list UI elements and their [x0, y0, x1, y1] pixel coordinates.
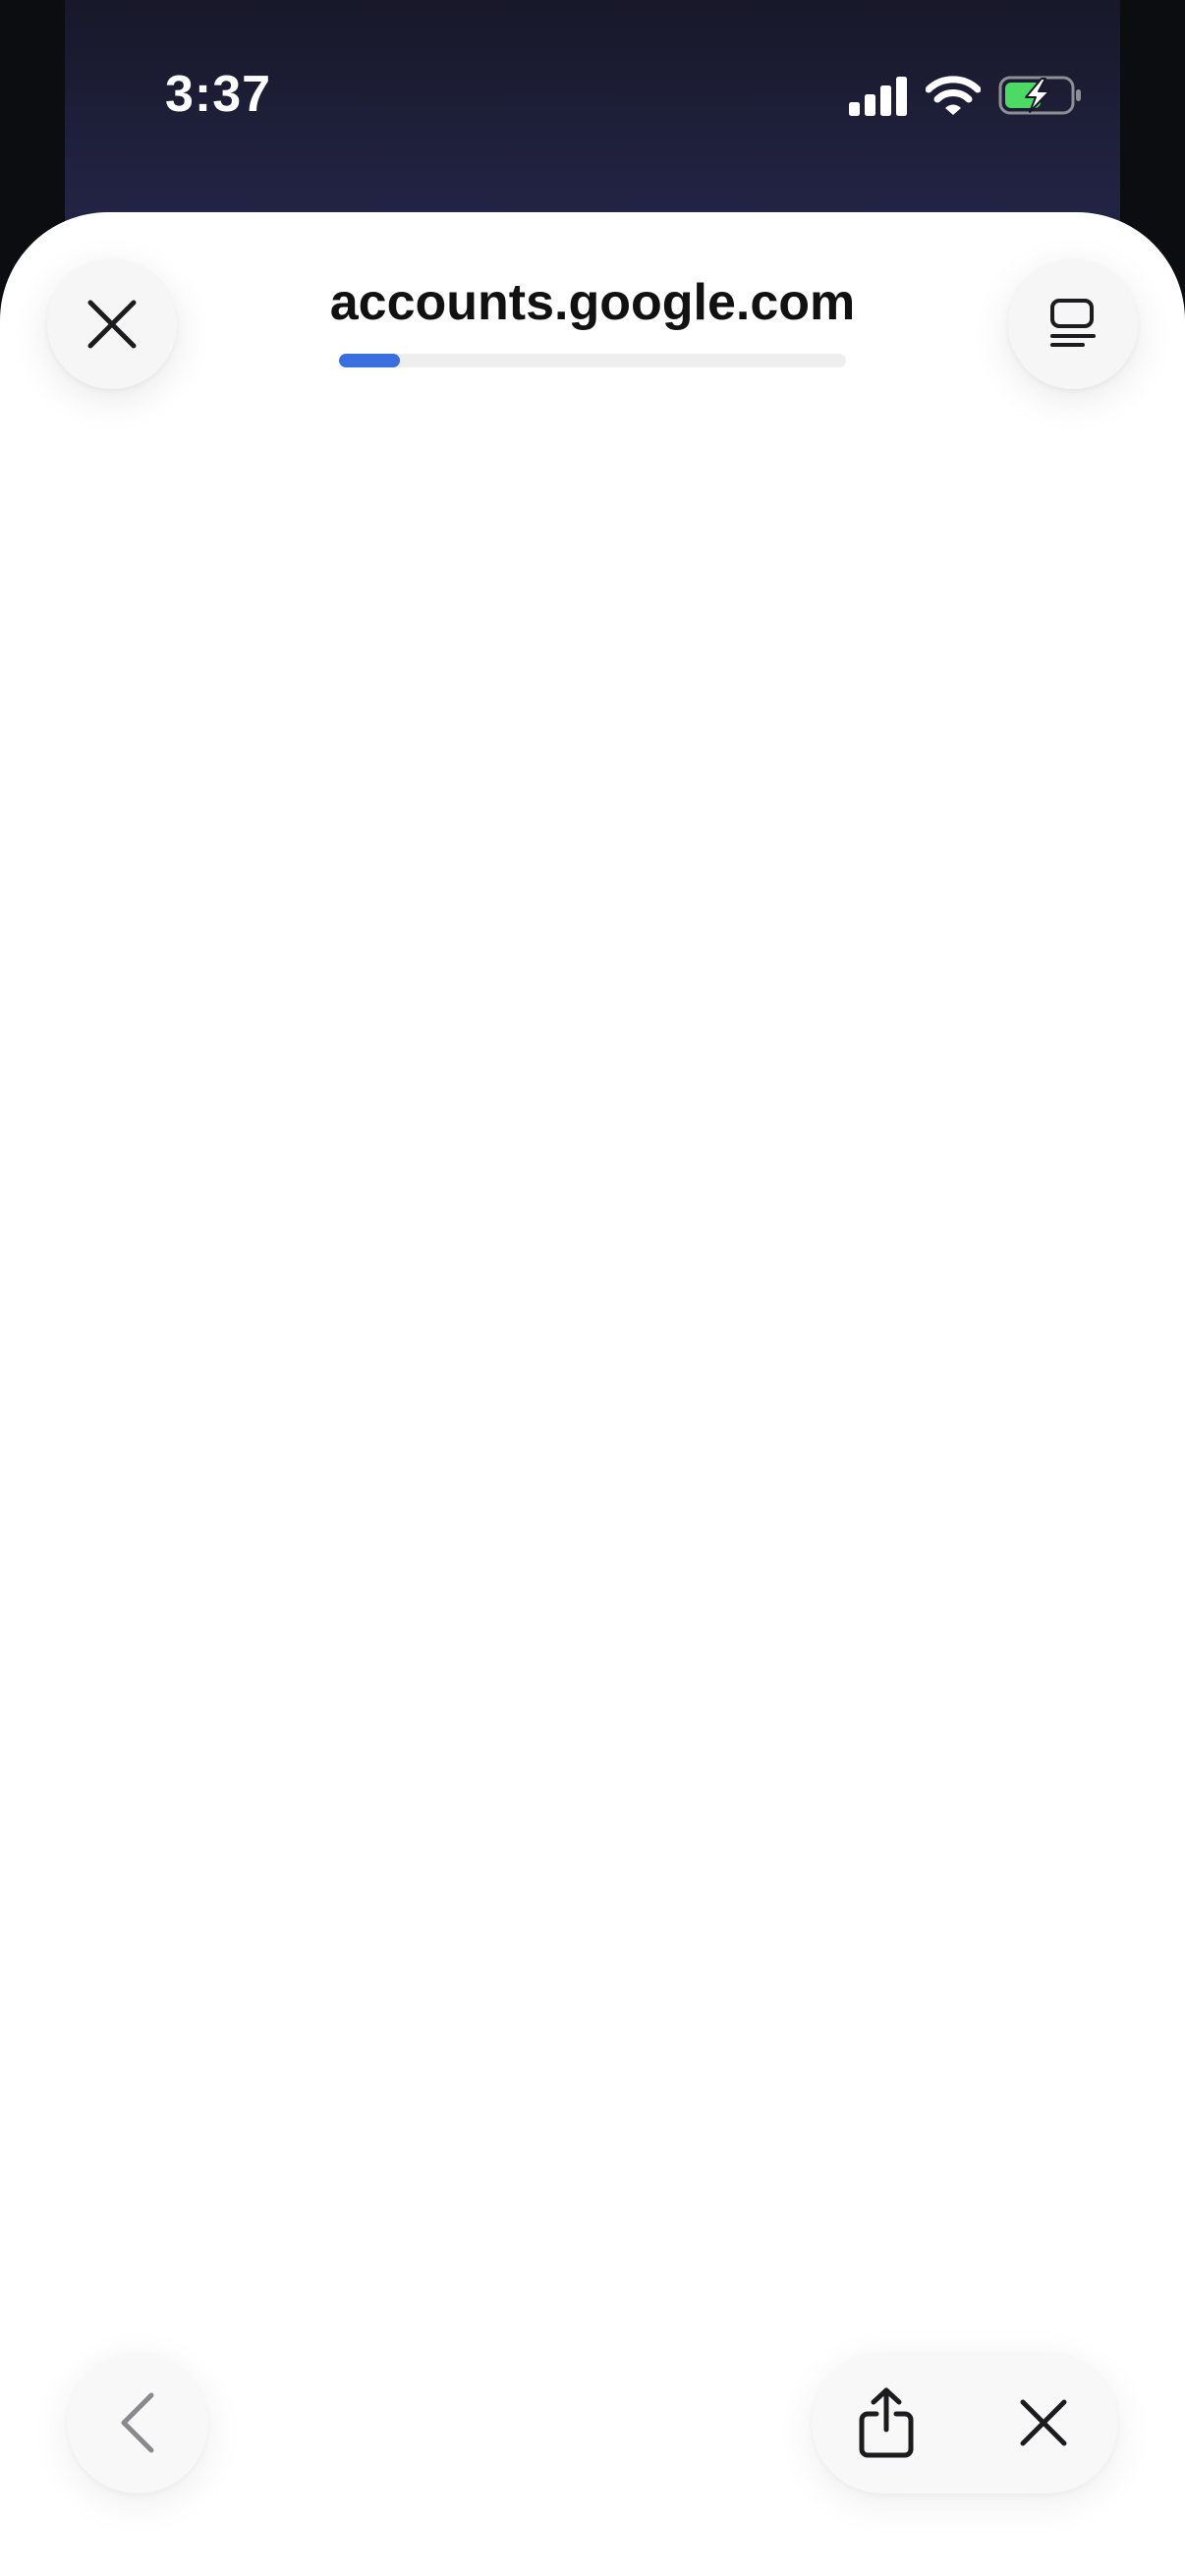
page-url[interactable]: accounts.google.com	[295, 273, 890, 332]
cellular-signal-icon	[849, 77, 907, 116]
close-button[interactable]	[47, 259, 177, 389]
status-time: 3:37	[165, 66, 272, 123]
reader-mode-button[interactable]	[1008, 259, 1138, 389]
bottom-action-bar	[812, 2352, 1118, 2493]
share-icon	[859, 2387, 914, 2458]
battery-charging-icon	[998, 76, 1081, 115]
reader-mode-icon	[1050, 299, 1096, 347]
screen: 3:37 accounts.google.com	[0, 0, 1185, 2576]
loading-progress-fill	[339, 354, 400, 367]
share-button[interactable]	[837, 2374, 935, 2472]
close-button-bottom[interactable]	[994, 2374, 1093, 2472]
loading-progress-bar	[339, 354, 846, 367]
close-icon	[1020, 2399, 1067, 2446]
back-button[interactable]	[67, 2352, 208, 2493]
browser-sheet	[0, 212, 1185, 2576]
chevron-left-icon	[121, 2392, 154, 2453]
status-bar: 3:37	[0, 0, 1185, 196]
close-icon	[87, 300, 137, 349]
wifi-icon	[926, 76, 981, 115]
